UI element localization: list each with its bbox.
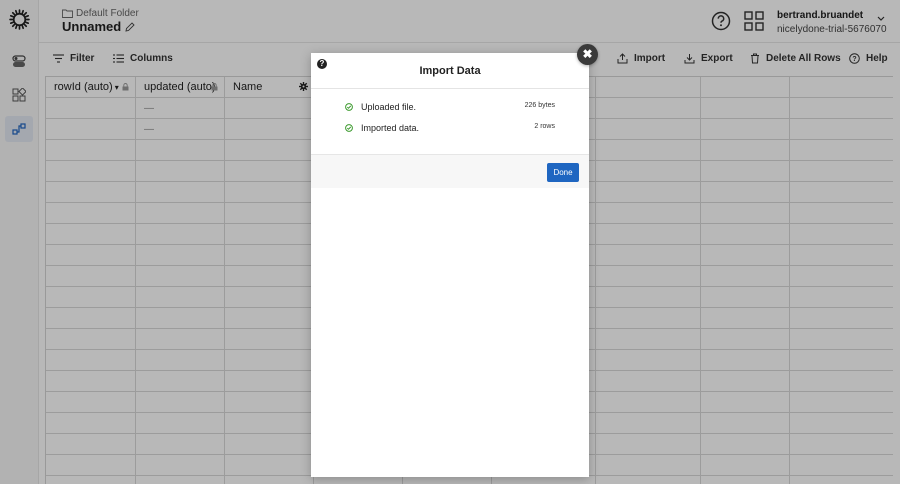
import-data-dialog: ? Import Data Uploaded file. 226 bytes I…: [311, 53, 589, 477]
check-circle-icon: [345, 124, 353, 132]
step-imported: Imported data. 2 rows: [345, 123, 555, 137]
close-icon[interactable]: ✖: [577, 44, 598, 65]
dialog-title: Import Data: [419, 65, 481, 77]
step-meta: 2 rows: [534, 123, 555, 130]
dialog-header: ? Import Data: [311, 53, 589, 89]
step-meta: 226 bytes: [524, 102, 555, 109]
dialog-footer: Done: [311, 154, 589, 188]
step-label: Uploaded file.: [361, 102, 417, 112]
step-uploaded: Uploaded file. 226 bytes: [345, 102, 555, 116]
check-circle-icon: [345, 103, 353, 111]
done-button[interactable]: Done: [547, 163, 579, 182]
step-label: Imported data.: [361, 123, 420, 133]
